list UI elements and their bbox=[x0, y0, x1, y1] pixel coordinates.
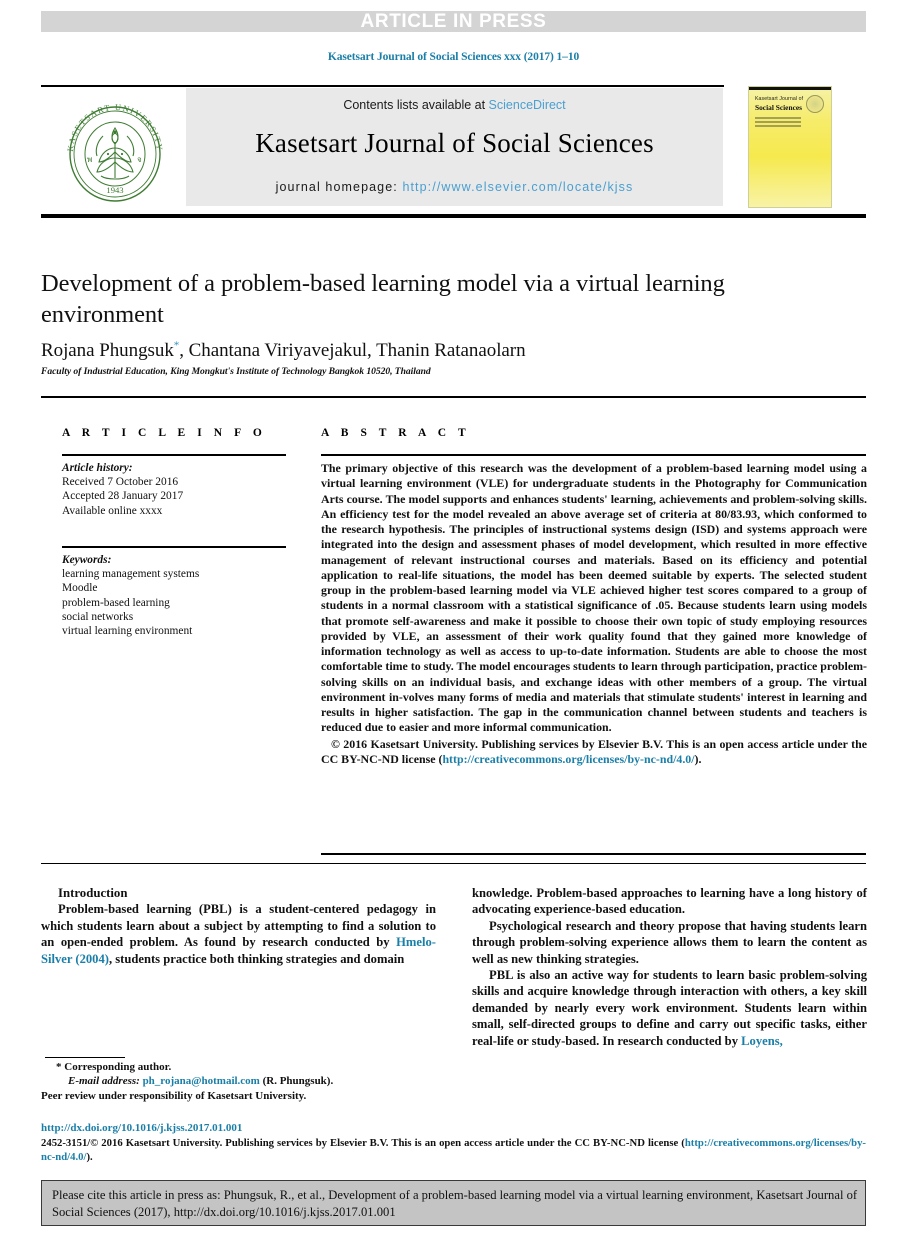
authors-text: Rojana Phungsuk*, Chantana Viriyavejakul… bbox=[41, 340, 526, 362]
article-history-label: Article history: bbox=[62, 462, 133, 474]
journal-homepage-url[interactable]: http://www.elsevier.com/locate/kjss bbox=[402, 180, 633, 194]
running-head: Kasetsart Journal of Social Sciences xxx… bbox=[327, 51, 580, 63]
paragraph-text: PBL is also an active way for students t… bbox=[472, 968, 867, 1048]
page-title: Development of a problem-based learning … bbox=[41, 270, 725, 328]
email-note: E-mail address: ph_rojana@hotmail.com (R… bbox=[41, 1074, 441, 1088]
section-heading-introduction: Introduction bbox=[58, 886, 128, 900]
email-link[interactable]: ph_rojana@hotmail.com bbox=[143, 1075, 260, 1087]
email-label: E-mail address: bbox=[68, 1075, 140, 1088]
keyword-item: social networks bbox=[62, 610, 134, 623]
footnote-rule bbox=[45, 1057, 125, 1058]
cite-this-article-box: Please cite this article in press as: Ph… bbox=[41, 1180, 866, 1226]
keyword-item: problem-based learning bbox=[62, 596, 170, 609]
cover-line-1: Kasetsart Journal of bbox=[755, 96, 804, 102]
svg-text:พ: พ bbox=[87, 155, 92, 164]
journal-cover-thumbnail: Kasetsart Journal of Social Sciences bbox=[748, 86, 832, 208]
cite-this-article-text: Please cite this article in press as: Ph… bbox=[52, 1188, 858, 1219]
article-page: ARTICLE IN PRESS Kasetsart Journal of So… bbox=[0, 0, 907, 1238]
issn-prefix: 2452-3151/© 2016 Kasetsart University. P… bbox=[41, 1137, 685, 1149]
contents-prefix: Contents lists available at bbox=[343, 98, 489, 112]
corresponding-author-note: * Corresponding author. bbox=[56, 1061, 172, 1073]
header-bottom-rule bbox=[41, 214, 866, 218]
article-info-heading: A R T I C L E I N F O bbox=[62, 427, 267, 439]
article-history-block: Article history: Received 7 October 2016… bbox=[62, 461, 292, 518]
cover-line-2: Social Sciences bbox=[755, 103, 803, 112]
doi-link[interactable]: http://dx.doi.org/10.1016/j.kjss.2017.01… bbox=[41, 1122, 242, 1134]
paragraph: knowledge. Problem-based approaches to l… bbox=[472, 886, 867, 917]
history-item: Accepted 28 January 2017 bbox=[62, 490, 184, 503]
journal-masthead: Contents lists available at ScienceDirec… bbox=[186, 88, 723, 206]
corresponding-author-marker: * bbox=[173, 340, 180, 352]
affiliation: Faculty of Industrial Education, King Mo… bbox=[41, 366, 431, 377]
cover-top-rule bbox=[749, 87, 831, 90]
abstract-text: The primary objective of this research w… bbox=[321, 461, 867, 735]
title-bottom-rule bbox=[41, 396, 866, 398]
keyword-item: virtual learning environment bbox=[62, 625, 193, 638]
journal-title: Kasetsart Journal of Social Sciences bbox=[255, 128, 654, 158]
contents-lists-line: Contents lists available at ScienceDirec… bbox=[186, 98, 723, 112]
svg-text:จ: จ bbox=[137, 155, 142, 164]
article-info-rule-mid bbox=[62, 546, 286, 548]
abstract-copyright: © 2016 Kasetsart University. Publishing … bbox=[321, 737, 867, 768]
journal-homepage-line: journal homepage: http://www.elsevier.co… bbox=[186, 180, 723, 194]
history-item: Received 7 October 2016 bbox=[62, 476, 179, 489]
paragraph: PBL is also an active way for students t… bbox=[472, 967, 867, 1049]
paragraph-text: , students practice both thinking strate… bbox=[108, 951, 405, 966]
body-column-right: knowledge. Problem-based approaches to l… bbox=[472, 885, 867, 1049]
citation-link[interactable]: Loyens, bbox=[741, 1034, 783, 1048]
keywords-label: Keywords: bbox=[62, 554, 112, 566]
article-in-press-label: ARTICLE IN PRESS bbox=[360, 11, 547, 32]
seal-year: 1943 bbox=[106, 185, 123, 195]
abstract-rule-bottom bbox=[321, 853, 866, 855]
masthead-top-rule bbox=[41, 85, 724, 87]
peer-review-note: Peer review under responsibility of Kase… bbox=[41, 1089, 307, 1102]
keyword-item: Moodle bbox=[62, 582, 98, 595]
keyword-item: learning management systems bbox=[62, 568, 200, 581]
body-column-left: Introduction Problem-based learning (PBL… bbox=[41, 885, 436, 967]
abstract-rule-top bbox=[321, 454, 866, 456]
cc-license-link[interactable]: http://creativecommons.org/licenses/by-n… bbox=[442, 752, 694, 766]
copyright-suffix: ). bbox=[694, 751, 702, 766]
email-owner: (R. Phungsuk). bbox=[262, 1075, 334, 1088]
sciencedirect-link[interactable]: ScienceDirect bbox=[489, 98, 566, 112]
kasetsart-university-seal-icon: KASETSART UNIVERSITY พ จ 1943 bbox=[55, 92, 175, 212]
publisher-statement: 2452-3151/© 2016 Kasetsart University. P… bbox=[41, 1137, 866, 1164]
paragraph: Psychological research and theory propos… bbox=[472, 918, 867, 966]
cover-placeholder-lines bbox=[755, 117, 801, 130]
keywords-block: Keywords: learning management systems Mo… bbox=[62, 553, 292, 638]
cover-emblem-icon bbox=[806, 95, 824, 113]
content-separator-rule bbox=[41, 863, 866, 864]
issn-suffix: ). bbox=[86, 1150, 93, 1163]
history-item: Available online xxxx bbox=[62, 504, 163, 517]
abstract-body: The primary objective of this research w… bbox=[321, 461, 867, 767]
footnote-block: * Corresponding author. E-mail address: … bbox=[41, 1060, 441, 1103]
homepage-label: journal homepage: bbox=[275, 180, 403, 194]
article-in-press-banner: ARTICLE IN PRESS bbox=[41, 11, 866, 32]
article-info-rule-top bbox=[62, 454, 286, 456]
paragraph-text: Problem-based learning (PBL) is a studen… bbox=[41, 902, 436, 950]
corresponding-author-text: Corresponding author. bbox=[64, 1061, 172, 1073]
author-list: Rojana Phungsuk*, Chantana Viriyavejakul… bbox=[41, 340, 831, 362]
paragraph: Problem-based learning (PBL) is a studen… bbox=[41, 901, 436, 967]
abstract-heading: A B S T R A C T bbox=[321, 427, 471, 439]
